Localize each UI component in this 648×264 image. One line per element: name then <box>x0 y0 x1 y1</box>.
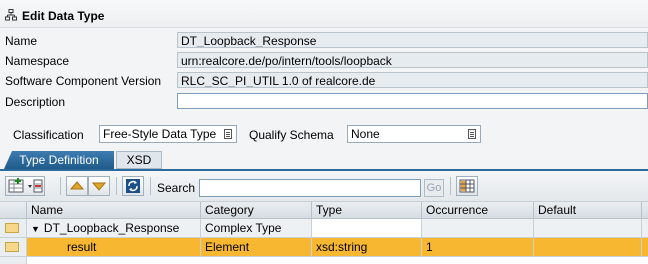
refresh-icon <box>126 179 140 193</box>
qualify-schema-value: None <box>351 127 380 141</box>
column-header-type[interactable]: Type <box>312 202 422 219</box>
name-label: Name <box>5 34 38 48</box>
insert-row-button[interactable] <box>5 176 45 196</box>
row-type-cell[interactable]: xsd:string <box>312 238 422 257</box>
table-row-name-cell[interactable]: ▼ DT_Loopback_Response <box>27 219 201 238</box>
table-row-name-cell[interactable]: result <box>27 238 201 257</box>
description-field[interactable] <box>177 93 648 109</box>
row-occurrence-cell[interactable] <box>422 219 534 238</box>
row-select-box <box>5 242 19 252</box>
page-title: Edit Data Type <box>22 9 105 23</box>
column-header-name[interactable]: Name <box>27 202 201 219</box>
qualify-schema-dropdown[interactable]: None <box>347 125 481 143</box>
row-category-cell[interactable]: Complex Type <box>201 219 312 238</box>
namespace-label: Namespace <box>5 54 70 68</box>
row-occurrence-cell[interactable]: 1 <box>422 238 534 257</box>
toolbar-separator <box>60 177 61 195</box>
software-component-version-field[interactable]: RLC_SC_PI_UTIL 1.0 of realcore.de <box>177 72 648 88</box>
move-up-icon <box>69 181 85 190</box>
insert-row-icon <box>8 178 43 193</box>
name-field[interactable]: DT_Loopback_Response <box>177 32 648 48</box>
classification-dropdown[interactable]: Free-Style Data Type <box>99 125 237 143</box>
toolbar-separator <box>450 177 451 195</box>
search-label: Search <box>157 181 196 195</box>
row-selector-header[interactable] <box>0 202 27 219</box>
dropdown-icon <box>468 129 476 139</box>
row-selector[interactable] <box>0 238 27 257</box>
qualify-schema-label: Qualify Schema <box>249 128 334 142</box>
collapse-triangle-icon[interactable]: ▼ <box>31 220 40 237</box>
toolbar-separator <box>150 177 151 195</box>
namespace-field[interactable]: urn:realcore.de/po/intern/tools/loopback <box>177 52 648 68</box>
row-default-cell[interactable] <box>534 238 642 257</box>
row-type-cell[interactable] <box>312 219 422 238</box>
tab-type-definition[interactable]: Type Definition <box>4 151 114 169</box>
go-button[interactable]: Go <box>424 179 444 197</box>
move-up-button[interactable] <box>66 176 88 196</box>
column-header-more <box>642 202 648 219</box>
edit-data-type-icon <box>5 9 17 21</box>
tab-xsd[interactable]: XSD <box>116 151 162 169</box>
column-header-category[interactable]: Category <box>201 202 312 219</box>
search-input[interactable] <box>199 179 421 197</box>
row-more-cell <box>642 219 648 238</box>
row-more-cell <box>642 238 648 257</box>
toolbar-separator <box>116 177 117 195</box>
move-down-button[interactable] <box>88 176 110 196</box>
dropdown-icon <box>224 129 232 139</box>
row-default-cell[interactable] <box>534 219 642 238</box>
column-header-occurrence[interactable]: Occurrence <box>422 202 534 219</box>
row-selector <box>0 257 27 264</box>
row-name: DT_Loopback_Response <box>43 221 180 235</box>
row-selector[interactable] <box>0 219 27 238</box>
column-header-default[interactable]: Default <box>534 202 642 219</box>
move-down-icon <box>91 182 107 191</box>
scv-label: Software Component Version <box>5 74 162 88</box>
description-label: Description <box>5 95 66 109</box>
classification-value: Free-Style Data Type <box>103 127 217 141</box>
refresh-button[interactable] <box>122 176 144 196</box>
column-settings-icon <box>459 179 475 193</box>
row-select-box <box>5 223 19 233</box>
row-category-cell[interactable]: Element <box>201 238 312 257</box>
classification-label: Classification <box>13 128 84 142</box>
column-settings-button[interactable] <box>456 176 478 196</box>
